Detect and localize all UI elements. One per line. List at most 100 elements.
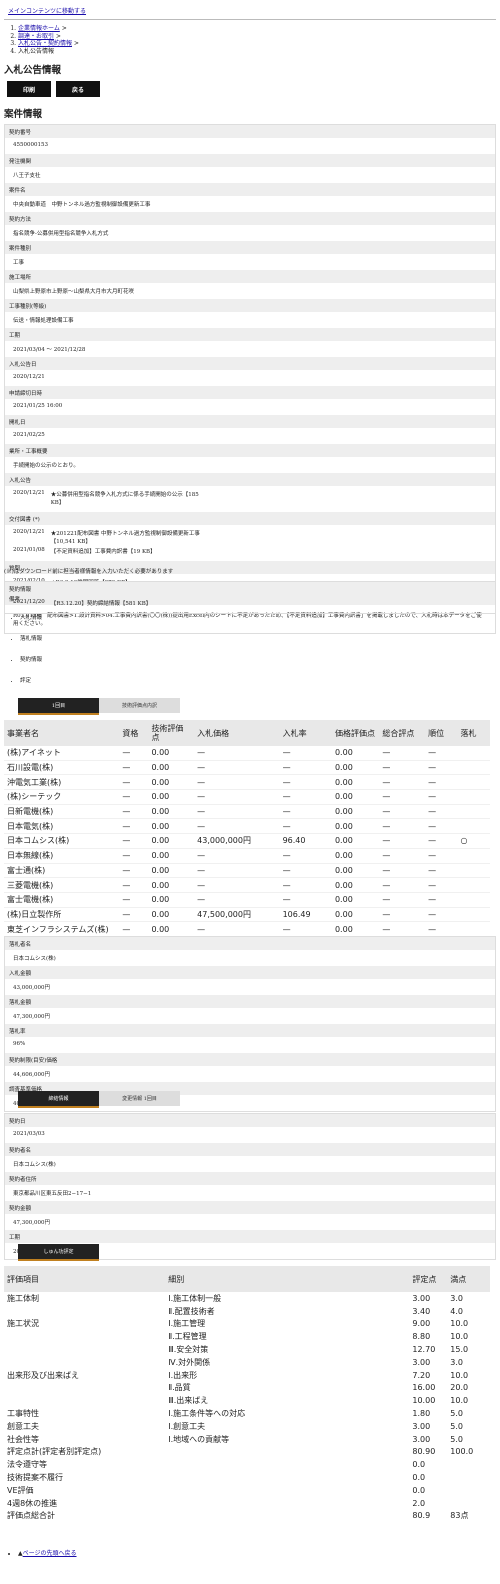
tab-tech-score[interactable]: 技術評価点内訳 bbox=[99, 698, 180, 713]
table-cell: 47,500,000円 bbox=[194, 907, 280, 923]
table-row: Ⅱ.工程管理 8.80 10.0 bbox=[4, 1330, 490, 1343]
table-cell: 0.00 bbox=[331, 818, 380, 835]
table-cell: ○ bbox=[457, 833, 490, 849]
table-cell bbox=[457, 877, 490, 893]
contract-info-link[interactable]: 【R3.12.20】契約締結情報【581 KB】 bbox=[51, 599, 152, 607]
award-value: 44,606,000円 bbox=[13, 1072, 50, 1078]
field-label: 施工場所 bbox=[5, 270, 495, 283]
download-note: (※)はダウンロード前に担当者様情報を入力いただく必要があります bbox=[4, 569, 174, 575]
section-title: 案件情報 bbox=[4, 109, 43, 120]
contract-label: 契約者名 bbox=[5, 1143, 495, 1156]
table-cell: — bbox=[379, 877, 426, 893]
table-cell bbox=[457, 746, 490, 761]
print-button[interactable]: 印刷 bbox=[7, 81, 51, 97]
table-cell bbox=[165, 1446, 409, 1459]
field-value: 山梨県上野原市上野原～山梨県大月市大月町花咲 bbox=[13, 289, 135, 295]
table-cell bbox=[457, 804, 490, 820]
bid-header: 落札 bbox=[457, 720, 490, 746]
notice-link[interactable]: ★公募併用型指名競争入札方式に係る手続開始の公示【185 KB】 bbox=[51, 490, 201, 506]
table-cell: — bbox=[425, 774, 458, 791]
table-cell bbox=[4, 1382, 165, 1395]
side-link-contract[interactable]: 契約情報 bbox=[20, 655, 42, 663]
doc-item: 2021/01/08 【不足資料追加】工事費内訳書【19 KB】 bbox=[13, 547, 487, 555]
table-row: 施工体制 Ⅰ.施工体制一般 3.00 3.0 bbox=[4, 1292, 490, 1305]
table-cell: — bbox=[279, 760, 332, 776]
table-cell: — bbox=[194, 877, 280, 893]
table-cell: 日本無線(株) bbox=[4, 848, 120, 864]
table-row: Ⅲ.安全対策 12.70 15.0 bbox=[4, 1343, 490, 1356]
contract-tabs: 締結情報 変更情報 1回目 bbox=[18, 1091, 180, 1108]
tab-completion-eval[interactable]: しゅん功評定 bbox=[18, 1244, 99, 1261]
table-cell: — bbox=[119, 833, 149, 849]
award-label: 落札率 bbox=[5, 1024, 495, 1037]
tab-round-1[interactable]: 1回目 bbox=[18, 698, 99, 715]
table-cell: — bbox=[379, 863, 426, 879]
table-cell: 0.00 bbox=[331, 760, 380, 776]
table-cell: 80.90 bbox=[412, 1447, 436, 1457]
field-value: 4550000153 bbox=[13, 142, 48, 148]
contract-value: 日本コムシス(株) bbox=[13, 1162, 56, 1168]
eval-header: 評定点 bbox=[409, 1266, 448, 1292]
table-cell: — bbox=[425, 746, 458, 761]
doc-link[interactable]: ★201221配布図書 中野トンネル過方監視制御設備更新工事【10,541 KB… bbox=[51, 529, 211, 545]
table-cell: 0.00 bbox=[331, 833, 380, 849]
table-cell: 富士通(株) bbox=[4, 863, 120, 879]
table-cell: — bbox=[379, 848, 426, 864]
table-cell: 0.00 bbox=[148, 818, 195, 835]
eval-tabs: しゅん功評定 bbox=[18, 1244, 99, 1261]
breadcrumb-procurement[interactable]: 調達・お取引 bbox=[18, 33, 54, 40]
back-button[interactable]: 戻る bbox=[56, 81, 100, 97]
contract-label: 契約者住所 bbox=[5, 1172, 495, 1185]
side-link-evaluation[interactable]: 評定 bbox=[20, 676, 42, 684]
table-cell: 4週8休の推進 bbox=[7, 1498, 58, 1508]
table-cell: 100.0 bbox=[450, 1447, 474, 1457]
table-cell: 評価点総合計 bbox=[7, 1511, 55, 1521]
table-row: 沖電気工業(株) —0.00— —0.00— — bbox=[4, 774, 490, 791]
table-cell: 20.0 bbox=[450, 1383, 469, 1393]
table-row: Ⅱ.配置技術者 3.40 4.0 bbox=[4, 1305, 490, 1318]
award-label: 落札者名 bbox=[5, 937, 495, 950]
side-link-bid[interactable]: 入札情報 bbox=[20, 613, 42, 621]
breadcrumb-bids[interactable]: 入札公告・契約情報 bbox=[18, 40, 72, 47]
table-cell: 社会性等 bbox=[7, 1434, 39, 1444]
table-cell: 0.00 bbox=[331, 774, 380, 791]
table-cell: 0.0 bbox=[412, 1460, 426, 1470]
table-cell: 12.70 bbox=[412, 1345, 436, 1355]
table-cell: 0.00 bbox=[148, 746, 195, 761]
table-row: (株)日立製作所 —0.00 47,500,000円 106.49 0.00— — bbox=[4, 907, 490, 923]
table-cell: 0.00 bbox=[331, 746, 380, 761]
table-cell: 0.00 bbox=[148, 774, 195, 791]
award-value: 47,300,000円 bbox=[13, 1014, 50, 1020]
table-cell: 出来形及び出来ばえ bbox=[7, 1370, 79, 1380]
contract-label: 契約金額 bbox=[5, 1201, 495, 1214]
table-cell: — bbox=[194, 760, 280, 776]
table-cell: 96.40 bbox=[279, 833, 332, 849]
table-cell: — bbox=[194, 848, 280, 864]
table-cell: 0.0 bbox=[412, 1485, 426, 1495]
table-cell: 0.00 bbox=[148, 892, 195, 908]
table-cell: 4.0 bbox=[450, 1306, 464, 1316]
side-link-award[interactable]: 落札情報 bbox=[20, 634, 42, 642]
table-row: 出来形及び出来ばえ Ⅰ.出来形 7.20 10.0 bbox=[4, 1369, 490, 1382]
table-cell: 0.00 bbox=[331, 804, 380, 820]
tab-contract[interactable]: 締結情報 bbox=[18, 1091, 99, 1108]
contract-value: 2021/03/03 bbox=[13, 1131, 45, 1137]
skip-link[interactable]: メインコンテンツに移動する bbox=[8, 8, 86, 15]
back-to-top: ▲ページの先頭へ戻る bbox=[12, 1548, 77, 1557]
table-cell: — bbox=[379, 892, 426, 908]
bid-table: 事業者名 資格 技術評価点 入札価格 入札率 価格評価点 総合評点 順位 落札 (株)アイネット… bbox=[4, 720, 490, 937]
table-cell: 10.0 bbox=[450, 1396, 469, 1406]
table-cell: — bbox=[379, 789, 426, 805]
tab-change-1[interactable]: 変更情報 1回目 bbox=[99, 1091, 180, 1106]
field-label: 案件種別 bbox=[5, 241, 495, 254]
table-cell: 0.00 bbox=[331, 907, 380, 923]
table-cell: — bbox=[379, 760, 426, 776]
table-row: 日本無線(株) —0.00— —0.00— — bbox=[4, 848, 490, 864]
table-row: 法令遵守等 0.0 bbox=[4, 1458, 490, 1471]
table-cell: — bbox=[279, 877, 332, 893]
table-cell bbox=[4, 1356, 165, 1369]
doc-link[interactable]: 【不足資料追加】工事費内訳書【19 KB】 bbox=[51, 547, 156, 555]
table-cell: 工事特性 bbox=[7, 1409, 39, 1419]
back-to-top-link[interactable]: ページの先頭へ戻る bbox=[23, 1550, 77, 1557]
breadcrumb-home[interactable]: 企業情報ホーム bbox=[18, 25, 60, 32]
